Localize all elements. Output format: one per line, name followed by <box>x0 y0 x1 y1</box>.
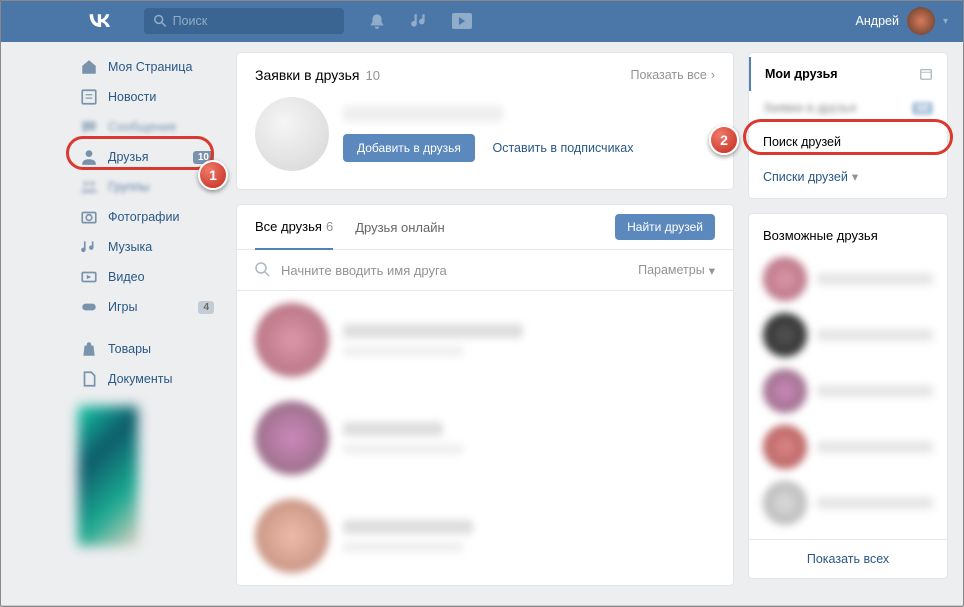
camera-icon <box>80 208 98 226</box>
requests-badge: 10 <box>912 102 933 115</box>
video-play-icon[interactable] <box>452 13 472 29</box>
right-column: Мои друзья Заявки в друзья 10 Поиск друз… <box>748 52 948 600</box>
right-nav-card: Мои друзья Заявки в друзья 10 Поиск друз… <box>748 52 948 199</box>
find-friends-button[interactable]: Найти друзей <box>615 214 715 240</box>
friend-row[interactable] <box>237 389 733 487</box>
tab-all-friends[interactable]: Все друзья6 <box>255 205 333 250</box>
nav-my-page[interactable]: Моя Страница <box>72 52 222 82</box>
messages-icon <box>80 118 98 136</box>
search-icon <box>255 262 271 278</box>
possible-name-blurred <box>817 385 933 397</box>
friend-sub-blurred <box>343 444 463 454</box>
nav-news[interactable]: Новости <box>72 82 222 112</box>
requester-name-blurred <box>343 106 503 122</box>
friend-avatar <box>255 499 329 573</box>
possible-friend-row[interactable] <box>749 307 947 363</box>
music-icon[interactable] <box>410 12 428 30</box>
left-nav: Моя Страница Новости Сообщения Друзья 10… <box>72 52 222 600</box>
news-icon <box>80 88 98 106</box>
search-params-toggle[interactable]: Параметры ▾ <box>638 263 715 278</box>
friend-sub-blurred <box>343 346 463 356</box>
chevron-down-icon: ▾ <box>852 169 858 184</box>
search-icon <box>154 14 167 28</box>
nav-music[interactable]: Музыка <box>72 232 222 262</box>
possible-avatar <box>763 481 807 525</box>
calendar-icon <box>919 67 933 81</box>
add-friend-button[interactable]: Добавить в друзья <box>343 134 475 162</box>
possible-name-blurred <box>817 273 933 285</box>
tab-online-friends[interactable]: Друзья онлайн <box>355 206 444 249</box>
friends-list-card: Все друзья6 Друзья онлайн Найти друзей П… <box>236 204 734 586</box>
possible-friend-row[interactable] <box>749 363 947 419</box>
notifications-icon[interactable] <box>368 12 386 30</box>
show-all-possible-link[interactable]: Показать всех <box>749 539 947 578</box>
main-column: Заявки в друзья 10 Показать все › Добави… <box>236 52 734 600</box>
rnav-requests[interactable]: Заявки в друзья 10 <box>749 91 947 125</box>
possible-name-blurred <box>817 329 933 341</box>
friend-avatar <box>255 303 329 377</box>
friend-row[interactable] <box>237 291 733 389</box>
possible-friends-title: Возможные друзья <box>749 214 947 251</box>
bag-icon <box>80 340 98 358</box>
video-icon <box>80 268 98 286</box>
nav-goods[interactable]: Товары <box>72 334 222 364</box>
chevron-down-icon: ▾ <box>943 16 948 27</box>
rnav-find-friends[interactable]: Поиск друзей 2 <box>749 125 947 159</box>
friend-name-blurred <box>343 422 443 436</box>
possible-friends-card: Возможные друзья Показать всех <box>748 213 948 579</box>
top-bar: Андрей ▾ <box>0 0 964 42</box>
groups-icon <box>80 178 98 196</box>
friends-icon <box>80 148 98 166</box>
nav-videos[interactable]: Видео <box>72 262 222 292</box>
nav-friends[interactable]: Друзья 10 1 <box>72 142 222 172</box>
possible-name-blurred <box>817 441 933 453</box>
document-icon <box>80 370 98 388</box>
games-badge: 4 <box>198 301 214 314</box>
possible-friend-row[interactable] <box>749 475 947 531</box>
nav-messages[interactable]: Сообщения <box>72 112 222 142</box>
user-menu[interactable]: Андрей ▾ <box>856 7 948 35</box>
chevron-down-icon: ▾ <box>709 263 715 278</box>
home-icon <box>80 58 98 76</box>
friend-search-input[interactable] <box>281 263 638 278</box>
nav-photos[interactable]: Фотографии <box>72 202 222 232</box>
possible-avatar <box>763 257 807 301</box>
vk-logo[interactable] <box>88 10 112 33</box>
sidebar-widget-blurred <box>78 406 138 546</box>
nav-documents[interactable]: Документы <box>72 364 222 394</box>
music-note-icon <box>80 238 98 256</box>
possible-avatar <box>763 425 807 469</box>
requests-count: 10 <box>366 68 380 83</box>
show-all-link[interactable]: Показать все › <box>631 68 715 82</box>
possible-name-blurred <box>817 497 933 509</box>
friend-name-blurred <box>343 324 523 338</box>
search-input[interactable] <box>173 14 334 28</box>
global-search[interactable] <box>144 8 344 34</box>
avatar <box>907 7 935 35</box>
requester-avatar[interactable] <box>255 97 329 171</box>
nav-groups[interactable]: Группы <box>72 172 222 202</box>
rnav-friend-lists[interactable]: Списки друзей ▾ <box>749 159 947 194</box>
chevron-right-icon: › <box>711 68 715 82</box>
possible-friend-row[interactable] <box>749 419 947 475</box>
leave-subscriber-button[interactable]: Оставить в подписчиках <box>493 141 634 155</box>
possible-avatar <box>763 369 807 413</box>
friend-name-blurred <box>343 520 473 534</box>
friend-avatar <box>255 401 329 475</box>
possible-friend-row[interactable] <box>749 251 947 307</box>
possible-avatar <box>763 313 807 357</box>
friend-row[interactable] <box>237 487 733 585</box>
gamepad-icon <box>80 298 98 316</box>
friend-sub-blurred <box>343 542 463 552</box>
friend-requests-card: Заявки в друзья 10 Показать все › Добави… <box>236 52 734 190</box>
requests-title: Заявки в друзья <box>255 67 360 83</box>
rnav-my-friends[interactable]: Мои друзья <box>749 57 947 91</box>
annotation-number-2: 2 <box>709 125 739 155</box>
nav-games[interactable]: Игры 4 <box>72 292 222 322</box>
username-label: Андрей <box>856 14 899 28</box>
